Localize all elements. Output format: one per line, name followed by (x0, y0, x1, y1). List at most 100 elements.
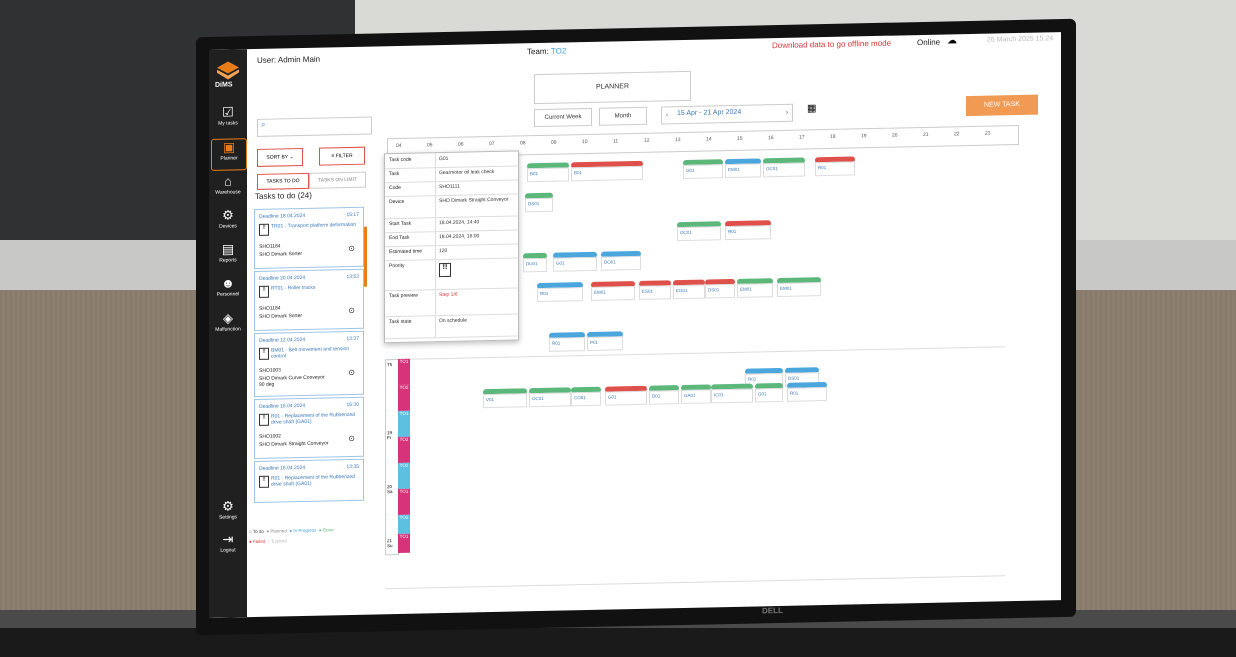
task-block[interactable]: IC01 (711, 388, 753, 404)
calendar-picker-icon[interactable]: ▦ (807, 103, 816, 114)
task-block[interactable]: D01 (649, 390, 679, 405)
task-block[interactable]: OC01 (763, 162, 805, 178)
nav-planner[interactable]: ▣ Planner (211, 138, 247, 171)
task-card[interactable]: Deadline 12.04.2024 13:37 !! BM01 - Belt… (254, 330, 364, 398)
team-cell: TO1 (398, 533, 410, 553)
task-code: SHO1003 (259, 367, 281, 374)
team-cell: TO2 (398, 384, 410, 411)
nav-devices[interactable]: ⚙ Devices (211, 207, 245, 238)
team-cell: TO1 (398, 410, 410, 437)
task-block[interactable]: EM01 (725, 163, 761, 179)
arrow-right-icon[interactable]: ⊙ (348, 434, 355, 443)
task-block[interactable]: R01 (549, 337, 585, 352)
chevron-down-icon: ⌄ (289, 154, 294, 161)
month-button[interactable]: Month (599, 106, 647, 126)
task-block[interactable]: EM01 (737, 283, 773, 298)
nav-malfunction[interactable]: ◈ Malfunction (211, 310, 245, 341)
popover-key: Device (389, 198, 405, 206)
nav-my-tasks[interactable]: ☑ My tasks (211, 104, 245, 135)
task-block[interactable]: EM01 (777, 282, 821, 298)
task-card[interactable]: Deadline 18.04.2024 15:17 !! TR01 - Tran… (254, 206, 364, 270)
cloud-icon: ☁ (947, 35, 957, 47)
people-icon: ☻ (221, 275, 235, 291)
task-deadline: Deadline 18.04.2024 (259, 212, 306, 220)
team-cell: TO2 (398, 436, 410, 463)
arrow-right-icon[interactable]: ⊙ (348, 368, 355, 377)
offline-link[interactable]: Download data to go offline mode (772, 39, 891, 50)
task-block[interactable]: DO01 (601, 255, 641, 271)
task-block[interactable]: V01 (483, 393, 527, 409)
task-block[interactable]: B01 (527, 167, 569, 183)
desk-cables (0, 628, 1236, 657)
planner-tab[interactable]: PLANNER (534, 70, 691, 105)
task-block[interactable]: R01 (787, 386, 827, 402)
tasks-heading: Tasks to do (24) (255, 190, 312, 201)
task-deadline: Deadline 15.04.2024 (259, 402, 306, 410)
task-block[interactable]: DS01 (705, 283, 735, 299)
hour-label: 10 (582, 139, 588, 146)
logo-text: DiMS (215, 81, 233, 89)
nav-label: Warehouse (215, 189, 241, 196)
tab-tasks-to-do[interactable]: TASKS TO DO (257, 172, 309, 190)
sort-by-button[interactable]: SORT BY ⌄ (257, 147, 303, 167)
task-time: 16:30 (346, 401, 359, 409)
nav-reports[interactable]: ▤ Reports (211, 241, 245, 272)
task-block[interactable]: G01 (553, 256, 597, 272)
legend-label: Planned (270, 528, 287, 534)
hour-label: 07 (489, 140, 495, 148)
filter-icon: ≡ (331, 153, 335, 160)
arrow-right-icon[interactable]: ⊙ (348, 244, 355, 253)
hour-label: 17 (799, 134, 805, 141)
monitor: DiMS ☑ My tasks ▣ Planner ⌂ Warehouse ⚙ … (196, 18, 1076, 636)
nav-label: Malfunction (215, 326, 241, 333)
hour-label: 15 (737, 135, 743, 142)
legend-label: Expired (271, 538, 287, 544)
task-block[interactable]: OC01 (529, 392, 571, 408)
task-title: R01 - Replacement of the Rubberized driv… (271, 411, 355, 426)
task-block[interactable]: G01 (755, 387, 783, 403)
task-block[interactable]: R01 (537, 287, 583, 303)
task-block[interactable]: G01 (683, 164, 723, 180)
task-block[interactable]: DU01 (523, 257, 547, 273)
task-block[interactable]: ES01 (639, 285, 671, 300)
task-block[interactable]: G01 (605, 390, 647, 406)
task-block[interactable]: GA01 (681, 389, 711, 405)
task-block[interactable]: CO01 (571, 391, 601, 407)
divider (435, 231, 436, 246)
popover-value[interactable]: Step 1/6 (439, 292, 458, 298)
team-cell: TO2 (398, 514, 410, 534)
tab-tasks-on-limit[interactable]: TASKS ON LIMIT (309, 171, 366, 189)
task-block[interactable]: EM01 (591, 286, 635, 301)
task-block[interactable]: DS01 (525, 197, 553, 213)
chevron-left-icon[interactable]: ‹ (662, 107, 668, 123)
tasks-scrollbar[interactable] (364, 226, 367, 287)
nav-personnel[interactable]: ☻ Personnel (211, 275, 245, 306)
task-device: SHO Dimark Sorter (259, 250, 303, 258)
nav-label: My tasks (218, 120, 238, 127)
nav-logout[interactable]: ⇥ Logout (211, 531, 245, 562)
popover-row: Task preview Step 1/6 (385, 287, 518, 318)
current-week-button[interactable]: Current Week (534, 107, 592, 128)
task-card[interactable]: Deadline 15.04.2024 16:30 !! R01 - Repla… (254, 396, 364, 460)
chevron-right-icon[interactable]: › (786, 105, 792, 121)
task-block[interactable]: B01 (571, 165, 643, 182)
nav-label: Planner (220, 155, 238, 162)
priority-icon: !! (259, 475, 269, 488)
legend-label: Done (322, 527, 334, 533)
divider (435, 259, 436, 290)
gear-icon: ⚙ (222, 498, 234, 514)
filter-button[interactable]: ≡ FILTER (319, 146, 365, 166)
task-block[interactable]: OC01 (677, 226, 721, 242)
task-block[interactable]: R01 (815, 161, 855, 177)
task-details-popover: Task code G01 Task Gearmotor oil leak check… (384, 150, 519, 344)
task-block[interactable]: P01 (587, 336, 623, 352)
task-card[interactable]: Deadline 16.04.2024 13:35 !! R01 - Repla… (254, 458, 364, 504)
nav-warehouse[interactable]: ⌂ Warehouse (211, 173, 245, 204)
task-card[interactable]: Deadline 20.04.2024 13:53 !! RT01 - Roll… (254, 268, 364, 332)
task-block[interactable]: EG01 (673, 284, 705, 300)
nav-settings[interactable]: ⚙ Settings (211, 498, 245, 529)
task-block[interactable]: R01 (725, 225, 771, 241)
arrow-right-icon[interactable]: ⊙ (348, 306, 355, 315)
search-input[interactable]: ⌕ (257, 116, 372, 137)
new-task-button[interactable]: NEW TASK (966, 94, 1038, 117)
